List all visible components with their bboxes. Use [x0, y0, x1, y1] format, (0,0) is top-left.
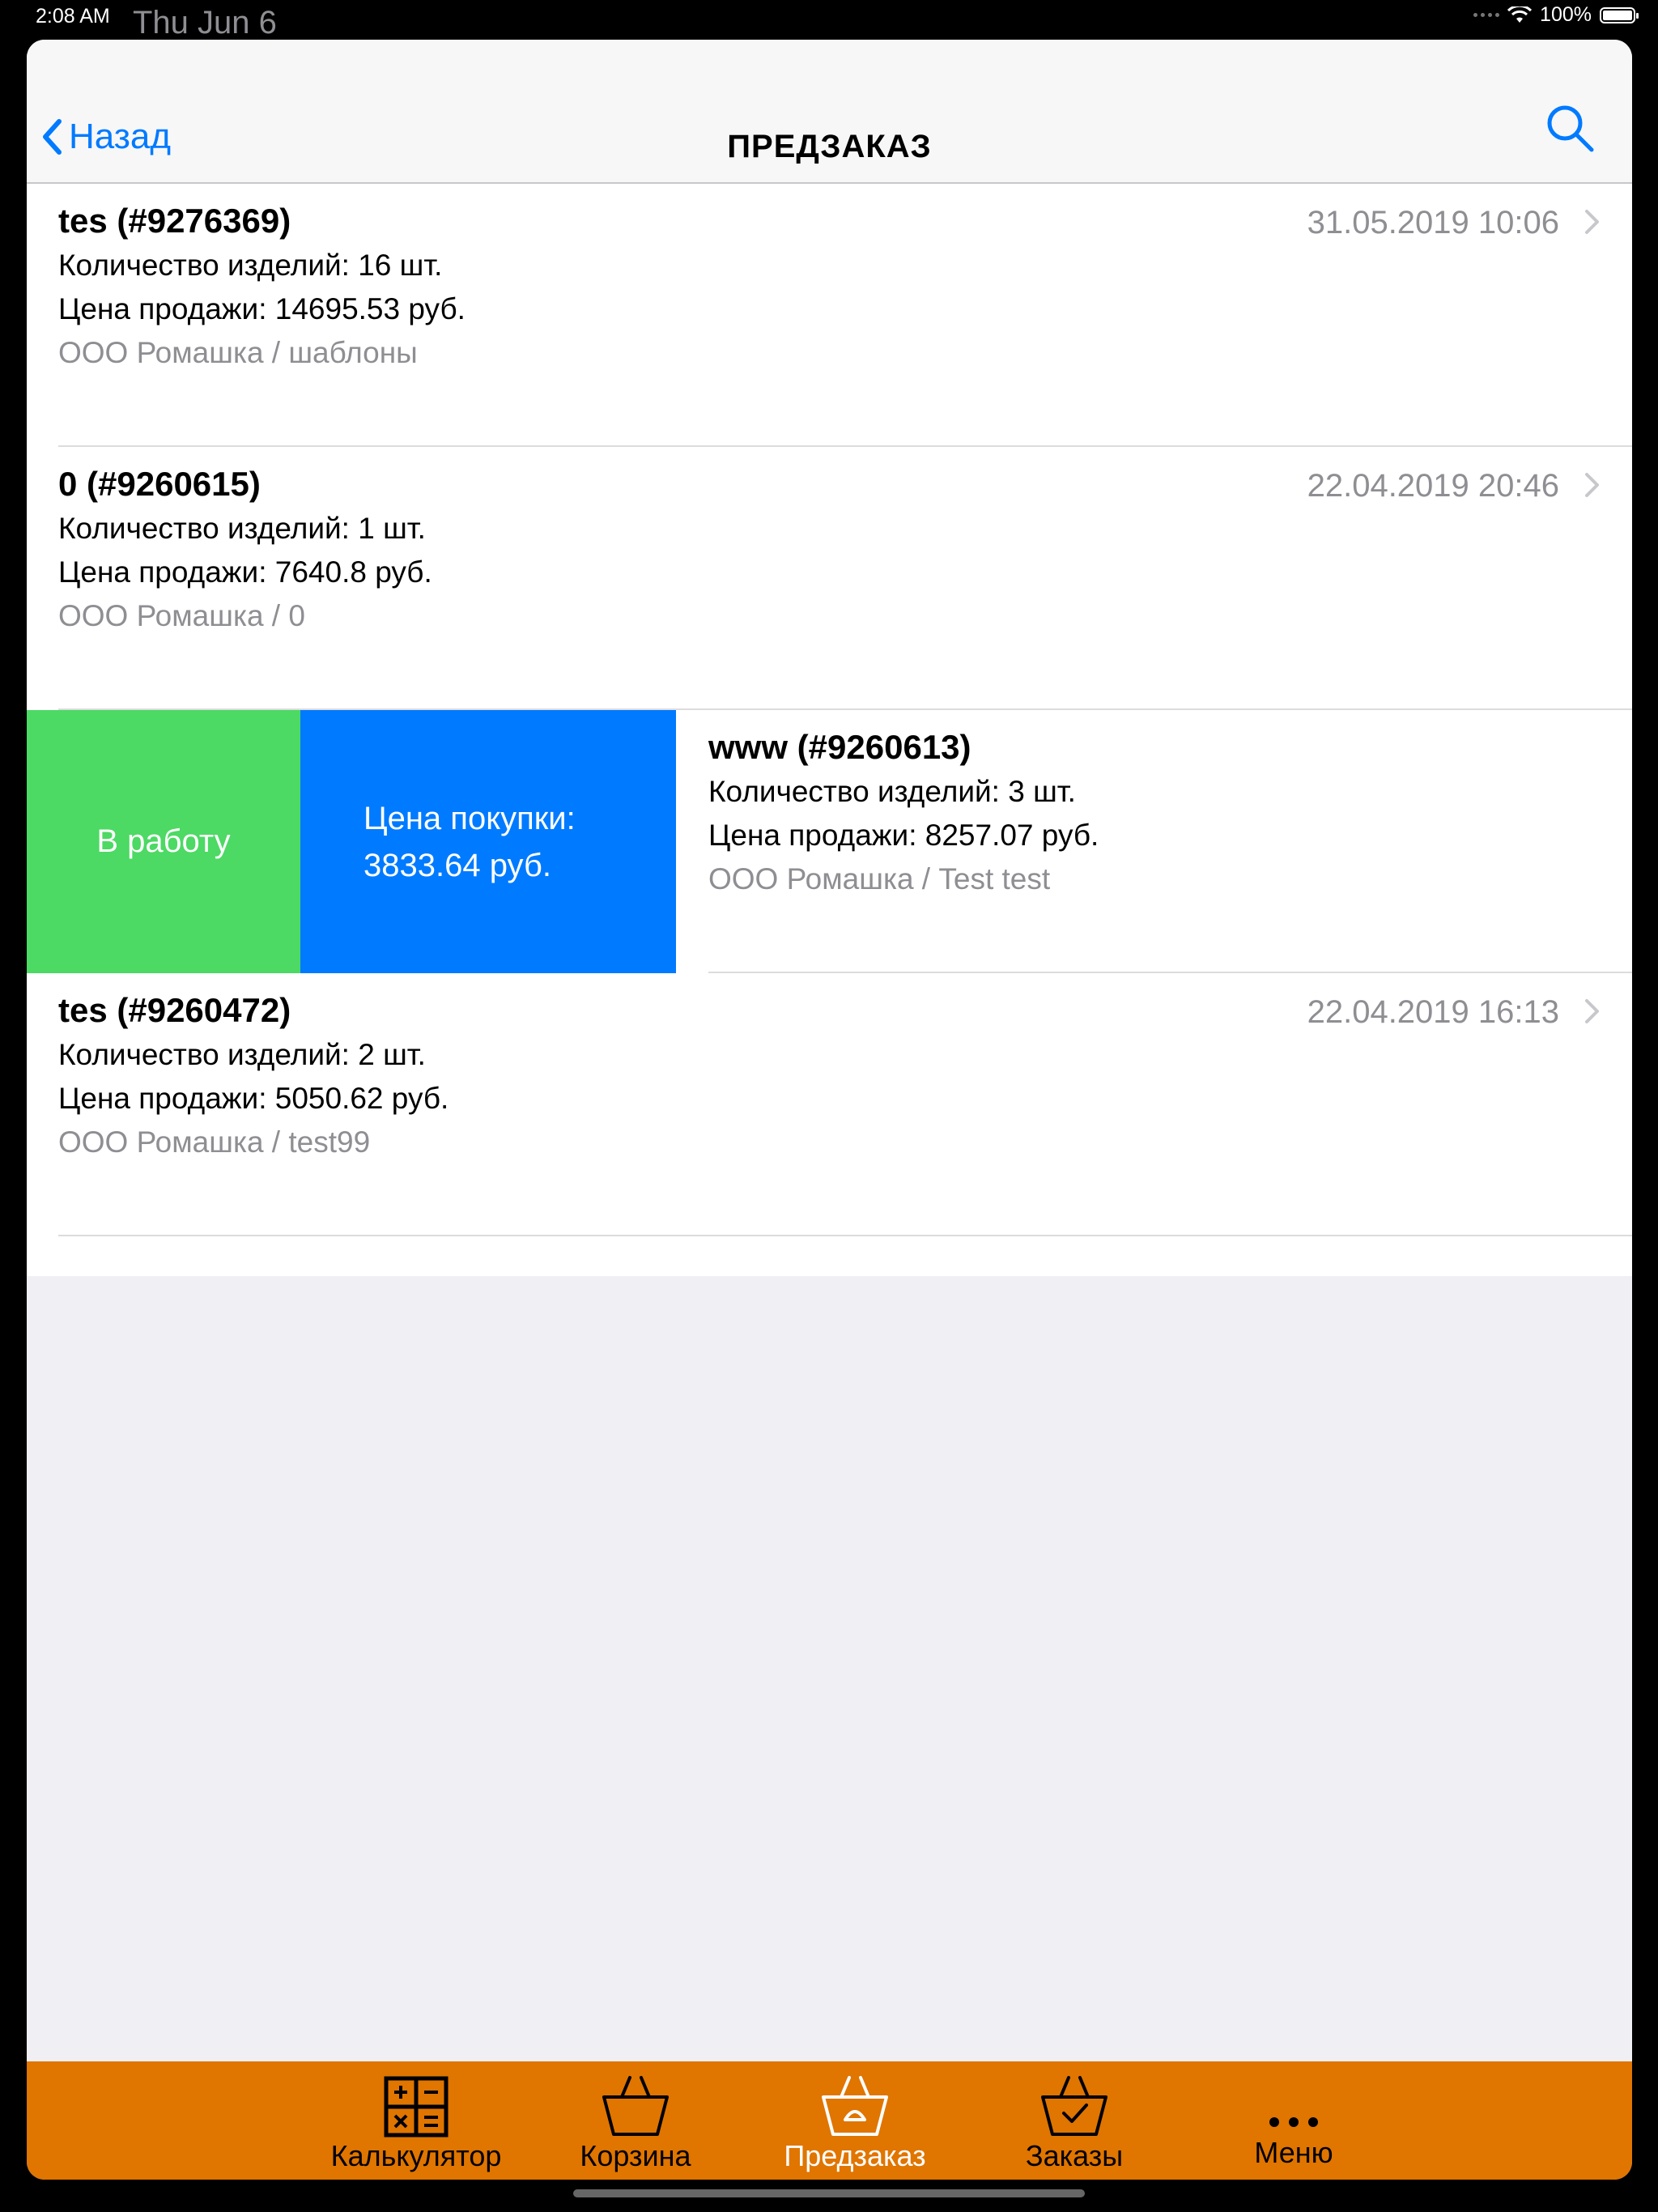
- purchase-price-action[interactable]: Цена покупки: 3833.64 руб.: [300, 710, 676, 973]
- chevron-right-icon: [1585, 999, 1599, 1023]
- calculator-icon: [384, 2076, 449, 2138]
- tab-preorder[interactable]: Предзаказ: [739, 2061, 971, 2180]
- purchase-price-label: Цена покупки:: [363, 800, 576, 836]
- orders-basket-check-icon: [1041, 2076, 1107, 2136]
- cellular-dots-icon: [1473, 13, 1500, 17]
- battery-icon: [1600, 6, 1639, 23]
- order-quantity: Количество изделий: 16 шт.: [58, 249, 443, 282]
- order-organization: ООО Ромашка / 0: [58, 599, 305, 632]
- battery-percent: 100%: [1540, 3, 1592, 26]
- list-item[interactable]: tes (#9276369) 31.05.2019 10:06 Количест…: [27, 184, 1632, 447]
- tab-calculator[interactable]: Калькулятор: [300, 2061, 532, 2180]
- order-sale-price: Цена продажи: 7640.8 руб.: [58, 555, 432, 589]
- order-sale-price: Цена продажи: 5050.62 руб.: [58, 1082, 449, 1115]
- search-button[interactable]: [1545, 103, 1596, 159]
- wifi-icon: [1507, 6, 1533, 23]
- order-organization: ООО Ромашка / Test test: [708, 862, 1051, 895]
- order-title: www (#9260613): [708, 728, 971, 766]
- search-icon: [1547, 105, 1594, 152]
- order-quantity: Количество изделий: 3 шт.: [708, 775, 1076, 808]
- to-work-action-label: В работу: [96, 823, 231, 859]
- status-bar: 2:08 AM Thu Jun 6 100%: [0, 0, 1658, 40]
- tab-orders[interactable]: Заказы: [971, 2061, 1178, 2180]
- order-date: 31.05.2019 10:06: [1307, 205, 1559, 240]
- page-title: ПРЕДЗАКАЗ: [727, 129, 932, 164]
- status-right: 100%: [1473, 3, 1639, 27]
- order-sale-price: Цена продажи: 8257.07 руб.: [708, 819, 1099, 852]
- preorder-basket-icon: [822, 2076, 888, 2136]
- tab-menu[interactable]: Меню: [1178, 2061, 1409, 2180]
- basket-icon: [602, 2076, 669, 2136]
- order-organization: ООО Ромашка / test99: [58, 1125, 371, 1159]
- order-quantity: Количество изделий: 2 шт.: [58, 1038, 426, 1071]
- status-date: Thu Jun 6: [133, 5, 277, 40]
- to-work-action-button[interactable]: В работу: [27, 710, 300, 973]
- home-indicator[interactable]: [573, 2189, 1085, 2197]
- order-sale-price: Цена продажи: 14695.53 руб.: [58, 292, 466, 325]
- tab-label: Предзаказ: [784, 2139, 926, 2172]
- list-item-swiped[interactable]: www (#9260613) Количество изделий: 3 шт.…: [27, 710, 1632, 973]
- order-title: 0 (#9260615): [58, 465, 261, 503]
- tab-label: Заказы: [1025, 2139, 1124, 2172]
- order-title: tes (#9276369): [58, 202, 291, 240]
- tab-bar: Калькулятор Корзина Предзаказ Заказы Мен…: [27, 2061, 1632, 2180]
- list-item-content: tes (#9276369) 31.05.2019 10:06 Количест…: [27, 184, 1632, 447]
- row-separator: [58, 1235, 1632, 1236]
- order-date: 22.04.2019 16:13: [1307, 994, 1559, 1030]
- chevron-right-icon: [1585, 210, 1599, 234]
- app-window: Назад ПРЕДЗАКАЗ tes (#9276369) 31.05.201…: [27, 40, 1632, 2180]
- order-organization: ООО Ромашка / шаблоны: [58, 336, 418, 369]
- list-item-content: tes (#9260472) 22.04.2019 16:13 Количест…: [27, 973, 1632, 1236]
- list-item-content: 0 (#9260615) 22.04.2019 20:46 Количество…: [27, 447, 1632, 710]
- chevron-right-icon: [1585, 473, 1599, 497]
- purchase-price-value: 3833.64 руб.: [363, 847, 551, 883]
- order-title: tes (#9260472): [58, 991, 291, 1029]
- list-item[interactable]: 0 (#9260615) 22.04.2019 20:46 Количество…: [27, 447, 1632, 710]
- preorder-list: tes (#9276369) 31.05.2019 10:06 Количест…: [27, 184, 1632, 1276]
- tab-label: Меню: [1254, 2136, 1333, 2169]
- order-quantity: Количество изделий: 1 шт.: [58, 512, 426, 545]
- more-icon: [1269, 2117, 1318, 2127]
- status-time: 2:08 AM: [36, 5, 110, 28]
- tab-label: Калькулятор: [330, 2139, 502, 2172]
- list-item[interactable]: tes (#9260472) 22.04.2019 16:13 Количест…: [27, 973, 1632, 1236]
- tab-label: Корзина: [580, 2139, 691, 2172]
- tab-basket[interactable]: Корзина: [532, 2061, 739, 2180]
- navigation-bar: Назад ПРЕДЗАКАЗ: [27, 40, 1632, 184]
- order-date: 22.04.2019 20:46: [1307, 468, 1559, 504]
